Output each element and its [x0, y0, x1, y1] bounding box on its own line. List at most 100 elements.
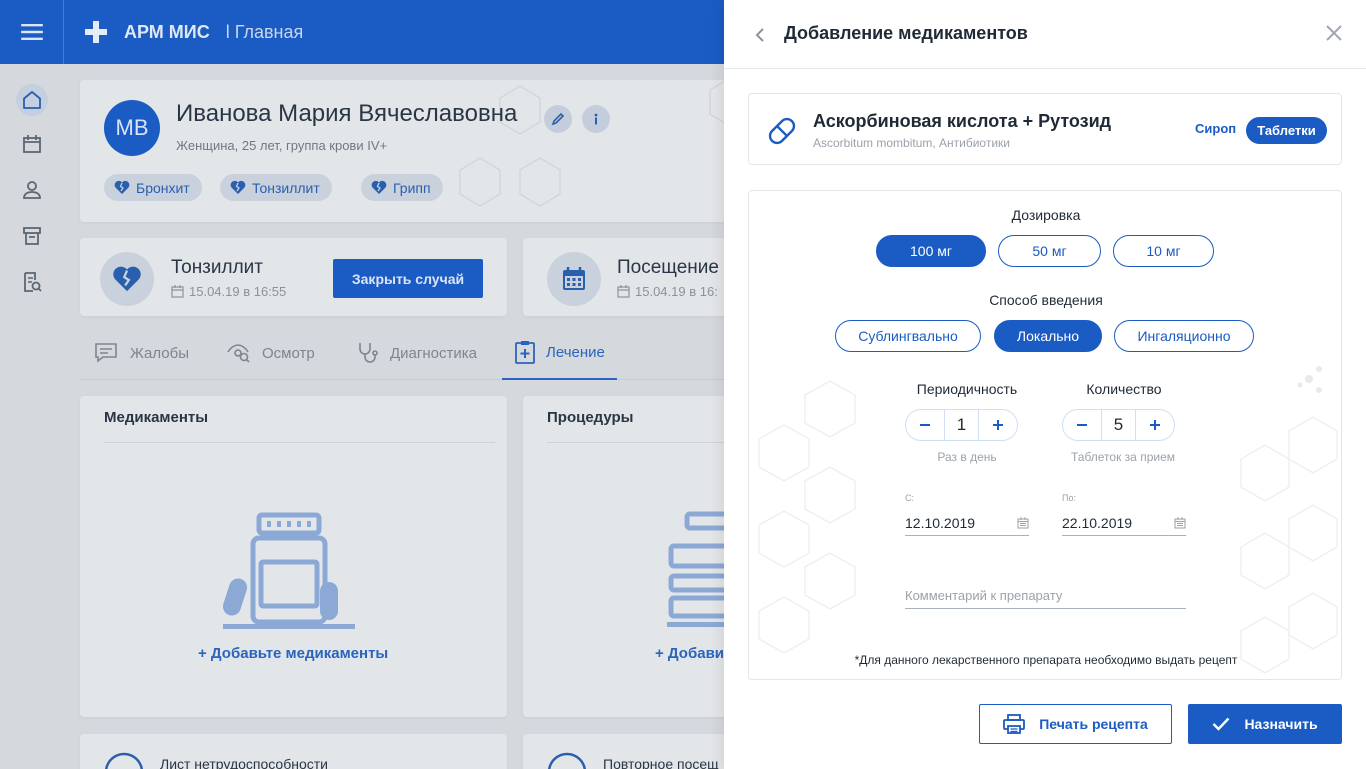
quantity-stepper: 5	[1062, 409, 1175, 441]
app-root: АРМ МИС l Главная МВ Иванова Мария Вячес…	[0, 0, 1366, 769]
increment-button[interactable]	[1136, 410, 1174, 440]
syringe-illustration	[667, 511, 727, 627]
increment-button[interactable]	[979, 410, 1017, 440]
quantity-value[interactable]: 5	[1101, 410, 1136, 440]
patient-card: МВ Иванова Мария Вячеславовна Женщина, 2…	[80, 80, 740, 222]
calendar-icon	[1174, 516, 1186, 528]
assign-button[interactable]: Назначить	[1188, 704, 1342, 744]
info-button[interactable]	[582, 105, 610, 133]
quantity-hint: Таблеток за прием	[1070, 450, 1175, 464]
page-title: l Главная	[225, 21, 304, 42]
treatment-tabs: Жалобы Осмотр Диагностика Лечение	[80, 326, 724, 380]
pill-icon	[768, 117, 796, 145]
sidebar-item-calendar[interactable]	[16, 128, 48, 160]
sidebar-item-reports[interactable]	[16, 266, 48, 298]
sidebar-item-home[interactable]	[16, 84, 48, 116]
info-icon	[594, 113, 598, 125]
route-option-local[interactable]: Локально	[994, 320, 1102, 352]
broken-heart-icon	[113, 266, 141, 292]
close-icon	[1326, 25, 1342, 41]
tab-examination[interactable]: Осмотр	[226, 326, 315, 380]
patient-name: Иванова Мария Вячеславовна	[176, 100, 518, 127]
plus-icon	[993, 420, 1003, 430]
sidebar-item-patients[interactable]	[16, 174, 48, 206]
tab-label: Диагностика	[390, 344, 477, 362]
diagnosis-chip-label: Тонзиллит	[252, 179, 320, 196]
tab-treatment[interactable]: Лечение	[502, 326, 617, 380]
calendar-icon	[563, 267, 585, 290]
clipboard-plus-icon	[515, 341, 535, 364]
visit-title: Посещение	[617, 257, 719, 278]
broken-heart-icon	[230, 180, 246, 194]
date-from-field[interactable]: 12.10.2019	[905, 510, 1029, 536]
chevron-left-icon	[755, 28, 764, 42]
dosage-option-50[interactable]: 50 мг	[998, 235, 1101, 267]
form-option-syrup[interactable]: Сироп	[1195, 121, 1236, 136]
pencil-icon	[551, 112, 565, 126]
home-icon	[23, 91, 41, 109]
case-date-text: 15.04.19 в 16:55	[189, 284, 287, 299]
close-case-button[interactable]: Закрыть случай	[333, 259, 483, 298]
plus-icon	[1150, 420, 1160, 430]
print-label: Печать рецепта	[1039, 716, 1148, 732]
tab-label: Жалобы	[130, 344, 189, 362]
drawer-header: Добавление медикаментов	[724, 0, 1366, 69]
avatar: МВ	[104, 100, 160, 156]
case-card: Тонзиллит 15.04.19 в 16:55 Закрыть случа…	[80, 238, 507, 316]
date-to-field[interactable]: 22.10.2019	[1062, 510, 1186, 536]
broken-heart-icon	[371, 180, 387, 194]
drug-card: Аскорбиновая кислота + Рутозид Ascorbitu…	[748, 93, 1342, 165]
repeat-icon	[547, 752, 587, 769]
sick-leave-card[interactable]: Лист нетрудоспособности	[80, 734, 507, 769]
comment-input[interactable]: Комментарий к препарату	[905, 582, 1186, 609]
close-button[interactable]	[1322, 21, 1346, 45]
diagnosis-chip[interactable]: Грипп	[361, 174, 443, 201]
assign-label: Назначить	[1244, 716, 1318, 732]
tab-label: Осмотр	[262, 344, 315, 362]
sidebar-item-archive[interactable]	[16, 220, 48, 252]
medications-panel: Медикаменты + Добавьте медикаменты	[80, 396, 507, 717]
side-nav	[0, 64, 64, 769]
case-title: Тонзиллит	[171, 257, 263, 278]
document-search-icon	[24, 272, 42, 292]
diagnosis-chip[interactable]: Тонзиллит	[220, 174, 332, 201]
tab-diagnostics[interactable]: Диагностика	[356, 326, 477, 380]
minus-icon	[920, 424, 930, 426]
calendar-icon	[1017, 516, 1029, 528]
add-medication-drawer: Добавление медикаментов Аскорбиновая кис…	[724, 0, 1366, 769]
route-option-inhalation[interactable]: Ингаляционно	[1114, 320, 1254, 352]
drug-subtitle: Ascorbitum mombitum, Антибиотики	[813, 136, 1010, 150]
case-icon-circle	[100, 252, 154, 306]
decrement-button[interactable]	[906, 410, 944, 440]
back-button[interactable]	[750, 24, 770, 46]
visit-date: 15.04.19 в 16:	[617, 284, 718, 299]
add-procedures-link[interactable]: + Добавит	[655, 645, 731, 662]
diagnosis-chip-label: Грипп	[393, 179, 431, 196]
medical-cross-icon	[84, 20, 108, 44]
frequency-value[interactable]: 1	[944, 410, 979, 440]
dosage-label: Дозировка	[1011, 207, 1081, 223]
edit-button[interactable]	[544, 105, 572, 133]
drug-name: Аскорбиновая кислота + Рутозид	[813, 111, 1112, 131]
date-from-label: С:	[905, 493, 914, 503]
decrement-button[interactable]	[1063, 410, 1101, 440]
card-title: Лист нетрудоспособности	[160, 756, 328, 769]
prescription-form: Дозировка 100 мг 50 мг 10 мг Способ введ…	[748, 190, 1342, 680]
print-prescription-button[interactable]: Печать рецепта	[979, 704, 1172, 744]
route-label: Способ введения	[989, 292, 1103, 308]
dosage-option-100[interactable]: 100 мг	[876, 235, 986, 267]
date-to-value: 22.10.2019	[1062, 514, 1133, 531]
diagnosis-chip[interactable]: Бронхит	[104, 174, 202, 201]
frequency-label: Периодичность	[916, 381, 1018, 397]
card-title: Повторное посещ	[603, 756, 719, 769]
route-option-sublingual[interactable]: Сублингвально	[835, 320, 981, 352]
tab-complaints[interactable]: Жалобы	[94, 326, 189, 380]
add-medications-link[interactable]: + Добавьте медикаменты	[198, 645, 388, 662]
form-option-tablets[interactable]: Таблетки	[1246, 117, 1327, 144]
hamburger-menu-icon[interactable]	[0, 0, 64, 64]
dosage-option-10[interactable]: 10 мг	[1113, 235, 1214, 267]
person-icon	[23, 181, 41, 199]
quantity-label: Количество	[1086, 381, 1162, 397]
calendar-icon	[171, 285, 184, 298]
eye-search-icon	[227, 344, 250, 363]
